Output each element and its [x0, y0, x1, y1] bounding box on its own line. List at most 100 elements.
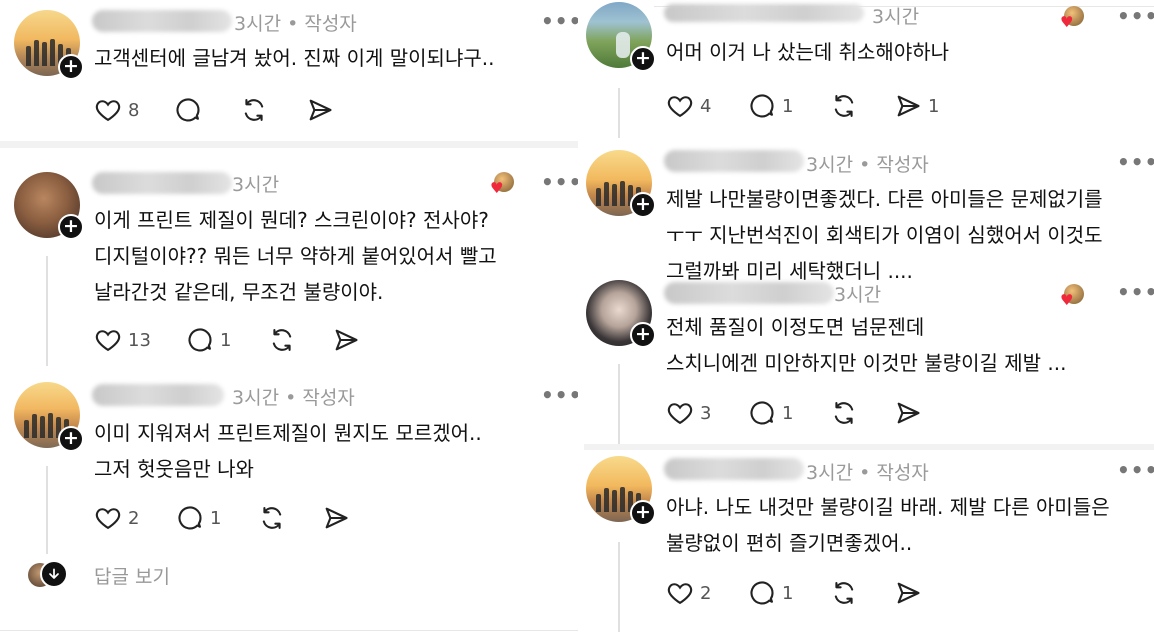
more-options-icon[interactable]: •••	[1117, 458, 1154, 482]
post-text: 아냐. 나도 내것만 불량이길 바래. 제발 다른 아미들은 불량없이 편히 즐…	[666, 495, 1110, 555]
post-meta: 3시간 • 작성자	[806, 154, 929, 176]
more-options-icon[interactable]: •••	[541, 383, 578, 407]
repost-button[interactable]	[830, 91, 858, 121]
action-bar: 8	[94, 95, 394, 125]
like-count: 13	[128, 329, 151, 351]
comment-button[interactable]: 1	[186, 325, 231, 355]
more-options-icon[interactable]: •••	[541, 9, 578, 33]
repost-button[interactable]	[830, 398, 858, 428]
share-button[interactable]	[332, 325, 360, 355]
comment-button[interactable]: 1	[176, 503, 221, 533]
like-button[interactable]: 4	[666, 91, 711, 121]
username-blurred[interactable]	[664, 4, 864, 22]
repost-button[interactable]	[240, 95, 268, 125]
like-button[interactable]: 8	[94, 95, 139, 125]
repost-button[interactable]	[258, 503, 286, 533]
comment-count: 1	[782, 582, 794, 604]
liked-by-author-badge: ♥	[1060, 284, 1084, 308]
post-meta: 3시간 • 작성자	[234, 13, 357, 35]
reply-avatars[interactable]	[28, 560, 68, 590]
heart-icon	[667, 583, 693, 605]
repost-icon	[272, 329, 292, 351]
heart-icon	[667, 96, 693, 118]
comment-count: 1	[782, 402, 794, 424]
comment-count: 1	[782, 95, 794, 117]
username-blurred[interactable]	[92, 10, 232, 32]
comment-button[interactable]: 1	[748, 578, 793, 608]
follow-plus-icon[interactable]: +	[58, 54, 84, 80]
repost-button[interactable]	[268, 325, 296, 355]
like-count: 3	[700, 402, 712, 424]
post-item: + 3시간 • 작성자 ••• 아냐. 나도 내것만 불량이길 바래. 제발 다…	[584, 450, 1154, 635]
thread-line	[46, 256, 48, 366]
section-divider	[0, 141, 578, 148]
post-item: + 3시간 • 작성자 ••• 고객센터에 글남겨 놨어. 진짜 이게 말이되냐…	[0, 0, 578, 140]
comment-button[interactable]: 1	[748, 91, 793, 121]
share-count: 1	[928, 95, 940, 117]
liked-by-author-badge: ♥	[1060, 6, 1084, 30]
post-text: 이미 지워져서 프린트제질이 뭔지도 모르겠어.. 그저 헛웃음만 나와	[94, 421, 482, 481]
comment-button[interactable]	[174, 95, 202, 125]
share-button[interactable]: 1	[894, 91, 939, 121]
follow-plus-icon[interactable]: +	[630, 192, 656, 218]
send-icon	[897, 582, 920, 604]
share-button[interactable]	[306, 95, 334, 125]
thread-line	[618, 542, 620, 632]
post-item: + 3시간 ♥ ••• 이게 프린트 제질이 뭔데? 스크린이야? 전사야? 디…	[0, 148, 578, 368]
liked-by-author-badge: ♥	[490, 172, 514, 196]
comment-count: 1	[210, 507, 222, 529]
follow-plus-icon[interactable]: +	[58, 214, 84, 240]
share-button[interactable]	[322, 503, 350, 533]
action-bar: 13 1	[94, 325, 394, 355]
more-options-icon[interactable]: •••	[1117, 150, 1154, 174]
comment-icon	[188, 328, 212, 352]
repost-icon	[244, 99, 264, 121]
post-meta: 3시간 • 작성자	[232, 387, 355, 409]
show-replies-link[interactable]: 답글 보기	[94, 562, 170, 589]
send-icon	[325, 507, 348, 529]
repost-button[interactable]	[830, 578, 858, 608]
follow-plus-icon[interactable]: +	[630, 46, 656, 72]
post-text: 전체 품질이 이정도면 넘문젠데 스치니에겐 미안하지만 이것만 불량이길 제발…	[666, 315, 1067, 375]
thread-left: + 3시간 • 작성자 ••• 고객센터에 글남겨 놨어. 진짜 이게 말이되냐…	[0, 0, 578, 635]
more-options-icon[interactable]: •••	[541, 170, 578, 194]
share-button[interactable]	[894, 398, 922, 428]
arrow-down-icon	[40, 560, 68, 588]
action-bar: 2 1	[666, 578, 986, 608]
follow-plus-icon[interactable]: +	[630, 322, 656, 348]
repost-icon	[834, 402, 854, 424]
heart-icon	[95, 330, 121, 352]
post-meta: 3시간 • 작성자	[806, 462, 929, 484]
follow-plus-icon[interactable]: +	[58, 426, 84, 452]
heart-icon	[667, 403, 693, 425]
more-options-icon[interactable]: •••	[1117, 280, 1154, 304]
comment-icon	[750, 94, 774, 118]
like-count: 8	[128, 99, 140, 121]
username-blurred[interactable]	[664, 282, 834, 304]
post-meta: 3시간	[834, 284, 882, 306]
like-count: 2	[700, 582, 712, 604]
like-button[interactable]: 13	[94, 325, 151, 355]
send-icon	[897, 95, 920, 117]
more-options-icon[interactable]: •••	[1117, 4, 1154, 28]
like-button[interactable]: 3	[666, 398, 711, 428]
follow-plus-icon[interactable]: +	[630, 500, 656, 526]
send-icon	[309, 99, 332, 121]
comment-icon	[176, 98, 200, 122]
thread-right: + 3시간 ♥ ••• 어머 이거 나 샀는데 취소해야하나 4 1 1	[584, 0, 1154, 635]
send-icon	[335, 329, 358, 351]
post-meta: 3시간	[872, 6, 920, 28]
comment-count: 1	[220, 329, 232, 351]
repost-icon	[262, 507, 282, 529]
username-blurred[interactable]	[92, 172, 232, 194]
username-blurred[interactable]	[664, 150, 804, 172]
comment-button[interactable]: 1	[748, 398, 793, 428]
share-button[interactable]	[894, 578, 922, 608]
like-button[interactable]: 2	[94, 503, 139, 533]
thread-line	[46, 466, 48, 554]
like-button[interactable]: 2	[666, 578, 711, 608]
repost-icon	[834, 582, 854, 604]
thread-line	[618, 88, 620, 138]
username-blurred[interactable]	[92, 384, 224, 406]
username-blurred[interactable]	[664, 458, 804, 480]
